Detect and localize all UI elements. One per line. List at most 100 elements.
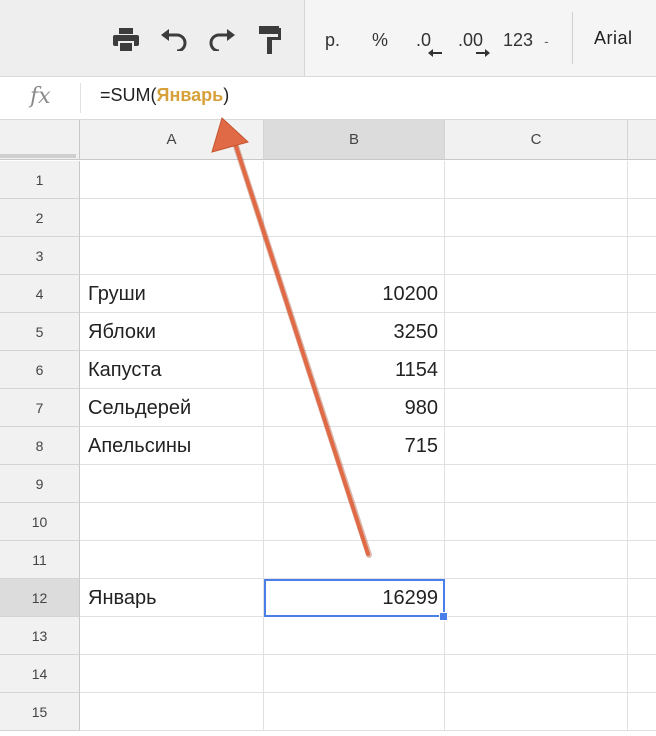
cell-c10[interactable]: [445, 503, 628, 541]
cell-d13[interactable]: [628, 617, 656, 655]
cell-c4[interactable]: [445, 275, 628, 313]
cell-b13[interactable]: [264, 617, 445, 655]
cell-c1[interactable]: [445, 161, 628, 199]
cell-a14[interactable]: [80, 655, 264, 693]
column-header-b[interactable]: B: [264, 120, 445, 160]
cell-a3[interactable]: [80, 237, 264, 275]
cell-a4[interactable]: Груши: [80, 275, 264, 313]
font-family-select[interactable]: Arial: [594, 28, 633, 49]
decrease-decimal-button[interactable]: .0: [416, 28, 442, 57]
cell-d7[interactable]: [628, 389, 656, 427]
cell-b8[interactable]: 715: [264, 427, 445, 465]
column-header-a[interactable]: A: [80, 120, 264, 160]
cell-d5[interactable]: [628, 313, 656, 351]
select-all-corner[interactable]: [0, 120, 80, 160]
row-header[interactable]: 1: [0, 161, 80, 199]
row-header[interactable]: 3: [0, 237, 80, 275]
cell-d12[interactable]: [628, 579, 656, 617]
currency-format-button[interactable]: р.: [325, 28, 340, 52]
row-header[interactable]: 2: [0, 199, 80, 237]
row-header[interactable]: 13: [0, 617, 80, 655]
cell-d9[interactable]: [628, 465, 656, 503]
more-formats-button[interactable]: 123 -: [503, 28, 549, 53]
cell-b4[interactable]: 10200: [264, 275, 445, 313]
cell-b7[interactable]: 980: [264, 389, 445, 427]
toolbar-actions: [0, 0, 305, 76]
percent-format-button[interactable]: %: [372, 28, 388, 52]
cell-d3[interactable]: [628, 237, 656, 275]
cell-d2[interactable]: [628, 199, 656, 237]
cell-c12[interactable]: [445, 579, 628, 617]
row-header[interactable]: 12: [0, 579, 80, 617]
row-header[interactable]: 4: [0, 275, 80, 313]
row-header[interactable]: 10: [0, 503, 80, 541]
undo-icon[interactable]: [159, 24, 191, 56]
table-row: 15: [0, 693, 656, 731]
cell-c6[interactable]: [445, 351, 628, 389]
cell-a15[interactable]: [80, 693, 264, 731]
row-header[interactable]: 7: [0, 389, 80, 427]
row-header[interactable]: 15: [0, 693, 80, 731]
freeze-bar[interactable]: [0, 154, 76, 158]
row-header[interactable]: 9: [0, 465, 80, 503]
row-header[interactable]: 11: [0, 541, 80, 579]
cell-c15[interactable]: [445, 693, 628, 731]
cell-a10[interactable]: [80, 503, 264, 541]
table-row: 10: [0, 503, 656, 541]
toolbar: р. % .0 .00 123 - Arial: [0, 0, 656, 77]
cell-d15[interactable]: [628, 693, 656, 731]
cell-c3[interactable]: [445, 237, 628, 275]
cell-a8[interactable]: Апельсины: [80, 427, 264, 465]
increase-decimal-label: .00: [458, 30, 484, 50]
cell-d6[interactable]: [628, 351, 656, 389]
cell-a12[interactable]: Январь: [80, 579, 264, 617]
cell-c11[interactable]: [445, 541, 628, 579]
cell-b14[interactable]: [264, 655, 445, 693]
cell-c13[interactable]: [445, 617, 628, 655]
cell-d4[interactable]: [628, 275, 656, 313]
cell-d1[interactable]: [628, 161, 656, 199]
row-header[interactable]: 8: [0, 427, 80, 465]
formula-input[interactable]: =SUM(Январь): [100, 85, 229, 106]
cell-a11[interactable]: [80, 541, 264, 579]
cell-a13[interactable]: [80, 617, 264, 655]
cell-a2[interactable]: [80, 199, 264, 237]
cell-b12[interactable]: 16299: [264, 579, 445, 617]
table-row: 12 Январь 16299: [0, 579, 656, 617]
cell-b9[interactable]: [264, 465, 445, 503]
cell-c2[interactable]: [445, 199, 628, 237]
row-header[interactable]: 14: [0, 655, 80, 693]
redo-icon[interactable]: [205, 24, 237, 56]
cell-b15[interactable]: [264, 693, 445, 731]
paint-format-icon[interactable]: [254, 24, 286, 56]
cell-d8[interactable]: [628, 427, 656, 465]
cell-b5[interactable]: 3250: [264, 313, 445, 351]
cell-d14[interactable]: [628, 655, 656, 693]
cell-c7[interactable]: [445, 389, 628, 427]
cell-a1[interactable]: [80, 161, 264, 199]
row-header[interactable]: 6: [0, 351, 80, 389]
column-header-d[interactable]: [628, 120, 656, 160]
print-icon[interactable]: [110, 24, 142, 56]
cell-b6[interactable]: 1154: [264, 351, 445, 389]
fill-handle[interactable]: [439, 612, 448, 621]
cell-b1[interactable]: [264, 161, 445, 199]
cell-b2[interactable]: [264, 199, 445, 237]
cell-c8[interactable]: [445, 427, 628, 465]
cell-b3[interactable]: [264, 237, 445, 275]
decrease-decimal-label: .0: [416, 30, 432, 50]
cell-b10[interactable]: [264, 503, 445, 541]
cell-a5[interactable]: Яблоки: [80, 313, 264, 351]
column-header-c[interactable]: C: [445, 120, 628, 160]
increase-decimal-button[interactable]: .00: [458, 28, 490, 57]
cell-d10[interactable]: [628, 503, 656, 541]
cell-c5[interactable]: [445, 313, 628, 351]
row-header[interactable]: 5: [0, 313, 80, 351]
cell-a6[interactable]: Капуста: [80, 351, 264, 389]
cell-a7[interactable]: Сельдерей: [80, 389, 264, 427]
cell-c9[interactable]: [445, 465, 628, 503]
cell-d11[interactable]: [628, 541, 656, 579]
cell-c14[interactable]: [445, 655, 628, 693]
cell-b11[interactable]: [264, 541, 445, 579]
cell-a9[interactable]: [80, 465, 264, 503]
